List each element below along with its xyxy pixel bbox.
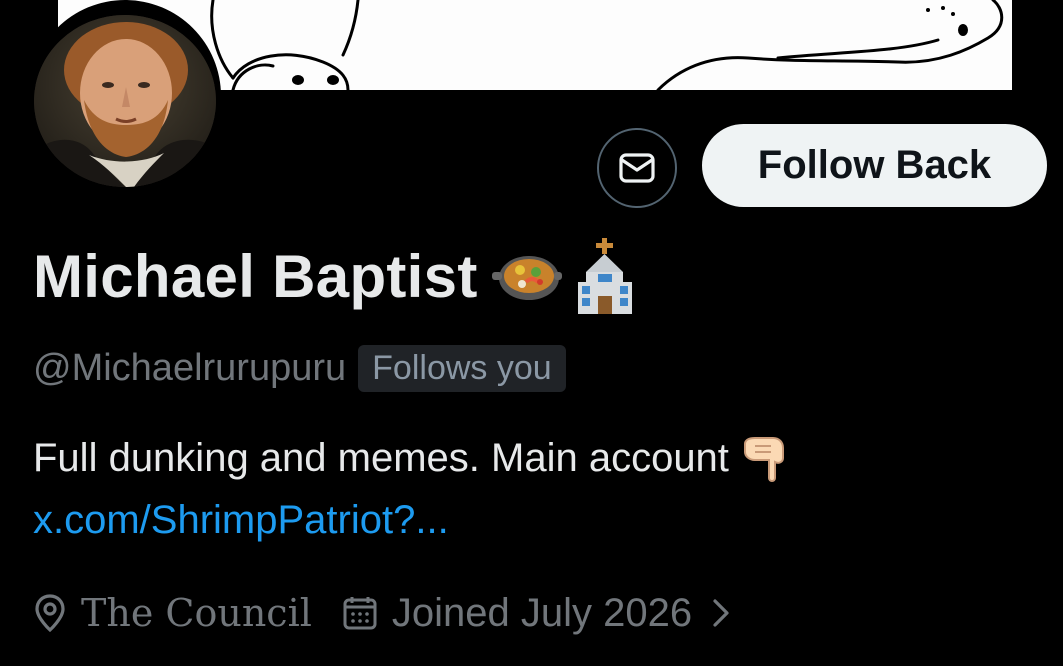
pointing-down-hand-icon — [739, 432, 791, 484]
avatar-portrait — [34, 15, 216, 187]
calendar-icon — [342, 595, 378, 631]
follows-you-badge: Follows you — [358, 344, 566, 392]
profile-name: Michael Baptist — [33, 242, 478, 310]
profile-meta: The Council Joined July 2026 — [33, 585, 732, 641]
follow-back-button[interactable]: Follow Back — [702, 124, 1047, 207]
profile-handle: @Michaelrurupuru — [33, 346, 347, 389]
handle-row: @Michaelrurupuru Follows you — [33, 340, 566, 396]
location-icon — [33, 593, 67, 633]
profile-name-row: Michael Baptist — [33, 236, 634, 316]
joined-date: Joined July 2026 — [391, 590, 693, 635]
message-button[interactable] — [597, 128, 677, 208]
chevron-right-icon[interactable] — [710, 596, 732, 630]
paella-icon — [491, 248, 562, 304]
church-icon — [576, 238, 634, 314]
profile-location: The Council — [81, 591, 312, 635]
envelope-icon — [619, 153, 655, 183]
avatar[interactable] — [29, 0, 221, 192]
bio-link[interactable]: x.com/ShrimpPatriot?... — [33, 498, 449, 543]
profile-bio: Full dunking and memes. Main account — [33, 432, 791, 484]
bio-text: Full dunking and memes. Main account — [33, 435, 729, 480]
